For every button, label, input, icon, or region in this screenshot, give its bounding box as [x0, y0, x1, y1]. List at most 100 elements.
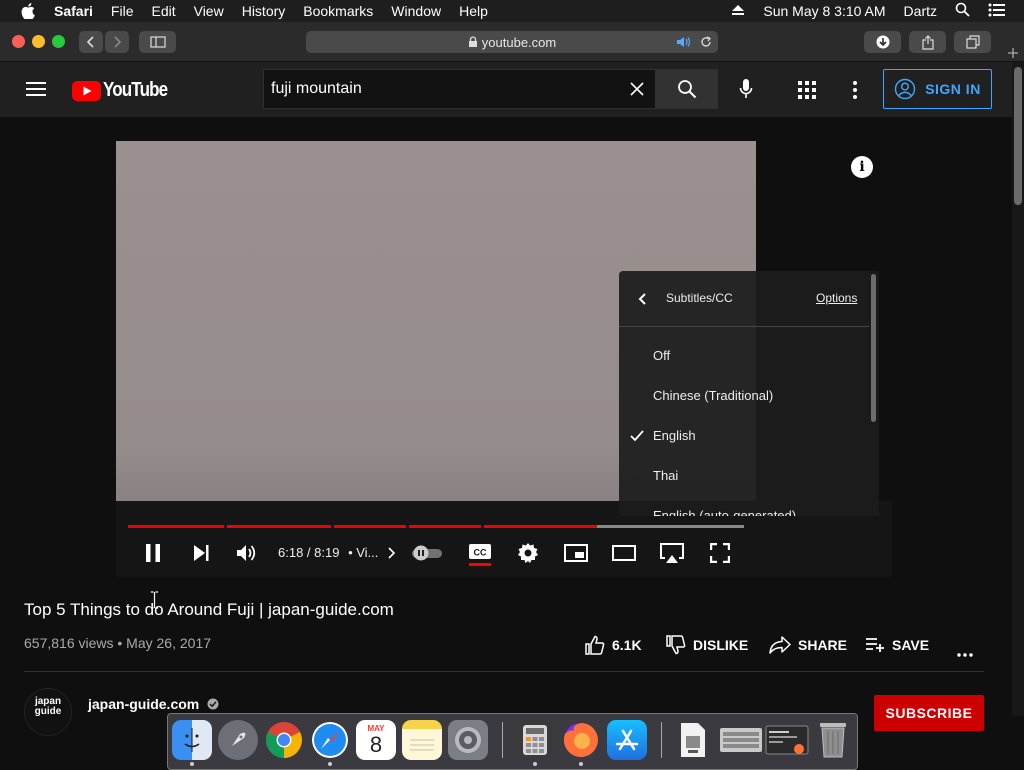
video-views-date: 657,816 views • May 26, 2017 [24, 635, 212, 651]
miniplayer-icon [564, 544, 588, 562]
voice-search-button[interactable] [739, 78, 753, 105]
menu-window[interactable]: Window [391, 3, 441, 19]
calendar-icon[interactable]: MAY 8 [356, 720, 396, 760]
minimize-window-button[interactable] [32, 35, 45, 48]
subscribe-button[interactable]: SUBSCRIBE [874, 695, 984, 731]
eject-icon[interactable] [731, 3, 745, 19]
forward-button[interactable] [105, 31, 129, 53]
pause-button[interactable] [141, 540, 165, 566]
share-button[interactable] [909, 31, 946, 53]
sidebar-toggle-button[interactable] [139, 31, 176, 53]
safari-icon[interactable] [310, 720, 350, 760]
progress-chapter-3[interactable] [334, 525, 406, 528]
chapter-title[interactable]: • Vi... [348, 545, 378, 560]
autoplay-toggle[interactable] [409, 540, 445, 566]
youtube-header: YouTube fuji mountain SIGN IN [0, 62, 1012, 117]
spotlight-search-icon[interactable] [955, 2, 970, 20]
finder-icon[interactable] [172, 720, 212, 760]
more-actions-button[interactable] [957, 644, 973, 662]
back-button[interactable] [79, 31, 103, 53]
progress-chapter-2[interactable] [227, 525, 331, 528]
tab-overview-button[interactable] [954, 31, 991, 53]
trash-icon[interactable] [813, 720, 853, 760]
preview-icon[interactable] [673, 720, 713, 760]
save-to-playlist-button[interactable]: SAVE [865, 634, 929, 656]
subscribe-label: SUBSCRIBE [885, 705, 973, 721]
menu-view[interactable]: View [194, 3, 224, 19]
menu-file[interactable]: File [111, 3, 134, 19]
info-icon[interactable]: i [851, 156, 873, 178]
like-count: 6.1K [612, 637, 642, 653]
firefox-icon[interactable] [561, 720, 601, 760]
progress-chapter-5-played[interactable] [484, 525, 597, 528]
channel-name[interactable]: japan-guide.com [88, 696, 219, 712]
subtitles-options-link[interactable]: Options [816, 291, 857, 305]
reload-icon[interactable] [700, 36, 712, 48]
share-icon [921, 34, 934, 50]
player-settings-button[interactable] [516, 540, 540, 566]
subtitle-option-off[interactable]: Off [653, 348, 670, 363]
subtitles-menu-header: Subtitles/CC Options [619, 271, 869, 327]
airplay-icon [660, 543, 684, 563]
downloads-button[interactable] [864, 31, 901, 53]
launchpad-icon[interactable] [218, 720, 258, 760]
app-store-icon[interactable] [607, 720, 647, 760]
menubar-clock[interactable]: Sun May 8 3:10 AM [763, 3, 885, 19]
apple-menu-icon[interactable] [17, 0, 39, 22]
miniplayer-button[interactable] [563, 540, 589, 566]
progress-chapter-4[interactable] [409, 525, 481, 528]
apps-grid-button[interactable] [798, 81, 816, 104]
subtitle-option-english[interactable]: English [653, 428, 696, 443]
control-center-icon[interactable] [988, 3, 1006, 20]
terminal-icon[interactable] [765, 720, 809, 760]
address-bar[interactable]: youtube.com [306, 31, 718, 53]
subtitle-option-thai[interactable]: Thai [653, 468, 678, 483]
theater-mode-icon [612, 545, 636, 561]
page-scrollbar-thumb[interactable] [1014, 67, 1022, 205]
fullscreen-button[interactable] [708, 540, 732, 566]
search-button[interactable] [656, 69, 718, 109]
sign-in-button[interactable]: SIGN IN [883, 69, 992, 109]
chapter-expand-button[interactable] [383, 540, 399, 566]
theater-mode-button[interactable] [611, 540, 637, 566]
calculator-icon[interactable] [515, 720, 555, 760]
youtube-logo[interactable]: YouTube [72, 79, 179, 102]
search-input[interactable]: fuji mountain [263, 69, 656, 109]
keyboard-viewer-icon[interactable] [719, 720, 763, 760]
channel-avatar[interactable]: japan guide [24, 688, 72, 736]
share-video-button[interactable]: SHARE [769, 634, 847, 656]
notes-icon[interactable] [402, 720, 442, 760]
save-label: SAVE [892, 637, 930, 653]
checkmark-icon [630, 430, 644, 442]
subtitle-option-chinese-traditional[interactable]: Chinese (Traditional) [653, 388, 773, 403]
menu-edit[interactable]: Edit [151, 3, 175, 19]
chrome-icon[interactable] [264, 720, 304, 760]
dislike-button[interactable]: DISLIKE [666, 634, 748, 656]
audio-playing-icon[interactable] [676, 36, 692, 48]
menu-bookmarks[interactable]: Bookmarks [303, 3, 373, 19]
system-preferences-icon[interactable] [448, 720, 488, 760]
airplay-button[interactable] [658, 540, 686, 566]
like-button[interactable]: 6.1K [585, 634, 642, 656]
menu-help[interactable]: Help [459, 3, 488, 19]
settings-menu-button[interactable] [852, 81, 858, 104]
chevron-right-icon [114, 36, 122, 48]
progress-unplayed[interactable] [597, 525, 744, 528]
safari-toolbar: youtube.com [0, 22, 1024, 62]
next-video-button[interactable] [189, 540, 213, 566]
clear-search-icon[interactable] [630, 82, 644, 96]
subtitles-menu-scrollbar[interactable] [871, 274, 876, 422]
subtitle-option-english-auto[interactable]: English (auto-generated) [653, 508, 796, 516]
hamburger-menu-icon[interactable] [26, 81, 46, 102]
menu-history[interactable]: History [242, 3, 286, 19]
progress-chapter-1[interactable] [128, 525, 224, 528]
chevron-right-icon [388, 547, 395, 559]
subtitles-button[interactable]: CC [467, 540, 493, 566]
zoom-window-button[interactable] [52, 35, 65, 48]
menubar-user[interactable]: Dartz [904, 3, 937, 19]
close-window-button[interactable] [12, 35, 25, 48]
menu-app-name[interactable]: Safari [54, 3, 93, 19]
back-chevron-icon[interactable] [638, 292, 648, 306]
youtube-logo-text: YouTube [103, 79, 168, 101]
mute-button[interactable] [235, 540, 259, 566]
